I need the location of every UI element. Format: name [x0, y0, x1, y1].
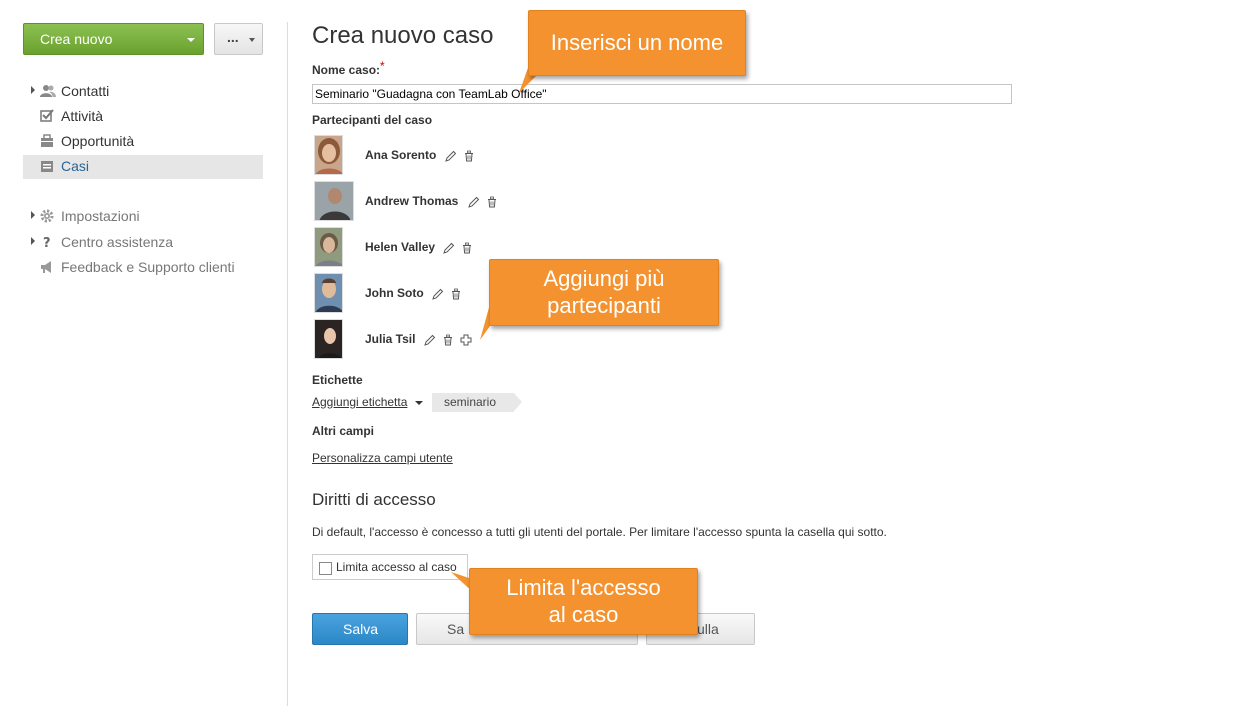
delete-trash-icon[interactable]	[450, 287, 462, 300]
sidebar-item-tasks[interactable]: Attività	[23, 105, 263, 129]
avatar[interactable]	[314, 181, 354, 221]
edit-pencil-icon[interactable]	[432, 287, 444, 300]
more-actions-button[interactable]: ...	[214, 23, 263, 55]
chevron-down-icon	[187, 38, 195, 42]
cancel-button-label: ulla	[697, 621, 719, 637]
add-tag-dropdown[interactable]: Aggiungi etichetta	[312, 395, 423, 409]
megaphone-icon	[40, 260, 54, 274]
participant-row: Andrew Thomas	[312, 181, 612, 223]
callout-participants: Aggiungi più partecipanti	[478, 259, 723, 344]
delete-trash-icon[interactable]	[461, 241, 473, 254]
add-participant-plus-icon[interactable]	[460, 333, 472, 346]
access-rights-title: Diritti di accesso	[312, 490, 436, 509]
sidebar-item-contacts[interactable]: Contatti	[23, 80, 263, 104]
restrict-access-label: Limita accesso al caso	[336, 560, 457, 574]
callout-access-line2: al caso	[548, 602, 619, 627]
avatar[interactable]	[314, 319, 343, 359]
svg-text:?: ?	[43, 236, 51, 249]
callout-access-box: Limita l'accesso al caso	[469, 568, 698, 635]
tag-chip[interactable]: seminario	[432, 393, 522, 412]
callout-name: Inserisci un nome	[517, 10, 747, 93]
sidebar-item-help-center[interactable]: ? Centro assistenza	[23, 231, 263, 255]
more-actions-label: ...	[227, 29, 239, 45]
participant-name: Andrew Thomas	[365, 194, 459, 208]
page-title: Crea nuovo caso	[312, 22, 494, 49]
callout-access: Limita l'accesso al caso	[445, 568, 700, 638]
opportunities-icon	[40, 134, 54, 148]
avatar[interactable]	[314, 135, 343, 175]
other-fields-label: Altri campi	[312, 424, 375, 438]
callout-participants-box: Aggiungi più partecipanti	[489, 259, 719, 326]
participant-row: Ana Sorento	[312, 135, 612, 177]
sidebar-item-label: Centro assistenza	[61, 234, 174, 250]
sidebar-item-label: Casi	[61, 158, 90, 174]
sidebar-item-label: Impostazioni	[61, 208, 140, 224]
edit-pencil-icon[interactable]	[443, 241, 455, 254]
sidebar-item-label: Contatti	[61, 83, 110, 99]
access-rights-description: Di default, l'accesso è concesso a tutti…	[312, 525, 887, 539]
customize-fields-row: Personalizza campi utente	[312, 449, 453, 467]
question-icon: ?	[40, 235, 54, 251]
expand-arrow-icon[interactable]	[31, 211, 35, 219]
delete-trash-icon[interactable]	[442, 333, 454, 346]
sidebar-item-feedback[interactable]: Feedback e Supporto clienti	[23, 256, 263, 280]
callout-participants-line2: partecipanti	[547, 293, 661, 318]
cases-icon	[40, 159, 54, 173]
add-tag-link[interactable]: Aggiungi etichetta	[312, 395, 407, 409]
participant-name: John Soto	[365, 286, 424, 300]
callout-name-box: Inserisci un nome	[528, 10, 746, 76]
delete-trash-icon[interactable]	[463, 149, 475, 162]
tag-tip	[514, 393, 522, 411]
save-button-label: Salva	[343, 621, 379, 637]
gear-icon	[40, 209, 54, 223]
avatar[interactable]	[314, 273, 343, 313]
participant-name: Ana Sorento	[365, 148, 437, 162]
participants-label: Partecipanti del caso	[312, 113, 433, 127]
contacts-icon	[40, 84, 56, 98]
case-name-label-row: Nome caso:*	[312, 59, 385, 79]
create-new-label: Crea nuovo	[40, 31, 113, 47]
callout-participants-line1: Aggiungi più	[543, 266, 665, 291]
chevron-down-icon	[249, 38, 255, 42]
sidebar-item-label: Feedback e Supporto clienti	[61, 259, 235, 275]
participant-name: Julia Tsil	[365, 332, 416, 346]
sidebar-item-label: Attività	[61, 108, 104, 124]
sidebar-item-cases[interactable]: Casi	[23, 155, 263, 179]
save-button[interactable]: Salva	[312, 613, 408, 645]
sidebar-item-opportunities[interactable]: Opportunità	[23, 130, 263, 154]
sidebar-divider	[287, 22, 288, 706]
case-name-label: Nome caso:	[312, 63, 381, 77]
edit-pencil-icon[interactable]	[468, 195, 480, 208]
tasks-icon	[40, 109, 54, 123]
tag-label: seminario	[444, 395, 497, 409]
avatar[interactable]	[314, 227, 343, 267]
edit-pencil-icon[interactable]	[445, 149, 457, 162]
create-new-button[interactable]: Crea nuovo	[23, 23, 204, 55]
chevron-down-icon	[414, 400, 423, 405]
customize-fields-link[interactable]: Personalizza campi utente	[312, 451, 453, 465]
participant-name: Helen Valley	[365, 240, 436, 254]
sidebar-item-settings[interactable]: Impostazioni	[23, 205, 263, 229]
required-asterisk: *	[380, 59, 385, 73]
expand-arrow-icon[interactable]	[31, 86, 35, 94]
sidebar-item-label: Opportunità	[61, 133, 135, 149]
delete-trash-icon[interactable]	[486, 195, 498, 208]
tags-label: Etichette	[312, 373, 363, 387]
callout-name-text: Inserisci un nome	[550, 30, 724, 55]
expand-arrow-icon[interactable]	[31, 237, 35, 245]
callout-access-line1: Limita l'accesso	[506, 575, 661, 600]
restrict-access-checkbox[interactable]	[319, 562, 332, 575]
edit-pencil-icon[interactable]	[424, 333, 436, 346]
